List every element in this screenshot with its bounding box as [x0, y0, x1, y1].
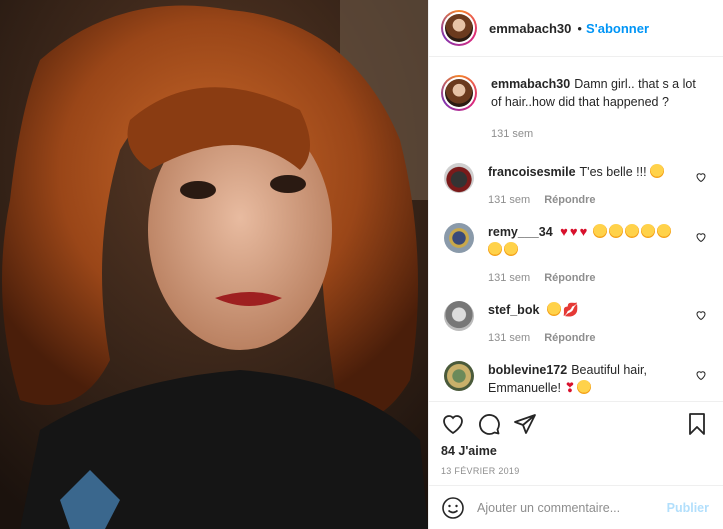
instagram-post-view: emmabach30 • S'abonner emmabach30 Damn gi… — [0, 0, 723, 529]
smiling-face-emoji — [577, 380, 592, 394]
post-sidebar: emmabach30 • S'abonner emmabach30 Damn gi… — [428, 0, 723, 529]
emoji-picker-icon[interactable] — [441, 496, 465, 520]
action-icons — [441, 410, 709, 438]
post-date[interactable]: 13 FÉVRIER 2019 — [441, 466, 709, 476]
separator-dot: • — [577, 20, 582, 36]
yum-emoji — [656, 224, 671, 238]
post-header: emmabach30 • S'abonner — [429, 0, 723, 57]
comment-item: remy___34 ♥ ♥ ♥ 131 sem Répondre — [441, 223, 707, 287]
comments-list[interactable]: emmabach30 Damn girl.. that s a lot of ha… — [429, 57, 723, 401]
like-heart-icon[interactable] — [441, 412, 465, 436]
commenter-avatar[interactable] — [444, 361, 474, 391]
add-comment-bar: Publier — [429, 485, 723, 529]
commenter-avatar[interactable] — [444, 163, 474, 193]
caption-avatar[interactable] — [441, 75, 477, 111]
yum-emoji — [504, 242, 518, 256]
bookmark-icon[interactable] — [685, 412, 709, 436]
caption-username[interactable]: emmabach30 — [491, 77, 570, 91]
heart-eyes-emoji — [624, 224, 639, 238]
smiling-hearts-emoji — [650, 164, 665, 178]
comment-time[interactable]: 131 sem — [488, 269, 530, 287]
comment-item: boblevine172 Beautiful hair, Emmanuelle! … — [441, 361, 707, 397]
comment-item: stef_bok 💋 131 sem Répondre — [441, 301, 707, 347]
comment-username[interactable]: boblevine172 — [488, 363, 567, 377]
comment-text: T'es belle !!! — [579, 165, 647, 179]
heart-eyes-emoji — [592, 224, 607, 238]
comment-username[interactable]: stef_bok — [488, 303, 539, 317]
like-comment-heart-icon[interactable] — [695, 369, 707, 381]
publish-button[interactable]: Publier — [667, 501, 709, 515]
caption-time[interactable]: 131 sem — [491, 125, 533, 143]
post-photo[interactable] — [0, 0, 428, 529]
comment-username[interactable]: francoisesmile — [488, 165, 576, 179]
heart-eyes-emoji — [546, 302, 561, 316]
reply-button[interactable]: Répondre — [544, 191, 595, 209]
red-heart-emoji: ♥ — [560, 224, 568, 239]
comment-input[interactable] — [477, 500, 667, 515]
yum-emoji — [488, 242, 502, 256]
like-comment-heart-icon[interactable] — [695, 309, 707, 321]
share-direct-icon[interactable] — [513, 412, 537, 436]
commenter-avatar[interactable] — [444, 301, 474, 331]
post-actions: 84 J'aime 13 FÉVRIER 2019 — [429, 401, 723, 485]
reply-button[interactable]: Répondre — [544, 329, 595, 347]
like-comment-heart-icon[interactable] — [695, 171, 707, 183]
author-username[interactable]: emmabach30 — [489, 21, 571, 36]
red-heart-emoji: ♥ — [579, 224, 588, 239]
commenter-avatar[interactable] — [444, 223, 474, 253]
likes-count[interactable]: 84 J'aime — [441, 444, 709, 458]
caption: emmabach30 Damn girl.. that s a lot of ha… — [441, 75, 707, 143]
comment-time[interactable]: 131 sem — [488, 191, 530, 209]
comment-icon[interactable] — [477, 412, 501, 436]
heart-exclamation-emoji: ❣ — [564, 380, 576, 395]
kiss-lips-emoji: 💋 — [562, 302, 580, 317]
red-heart-emoji: ♥ — [569, 224, 578, 239]
author-avatar[interactable] — [441, 10, 477, 46]
like-comment-heart-icon[interactable] — [695, 231, 707, 243]
comment-time[interactable]: 131 sem — [488, 329, 530, 347]
follow-button[interactable]: S'abonner — [586, 21, 649, 36]
portrait-image — [0, 0, 428, 529]
reply-button[interactable]: Répondre — [544, 269, 595, 287]
comment-username[interactable]: remy___34 — [488, 225, 553, 239]
comment-item: francoisesmile T'es belle !!! 131 sem Répo… — [441, 163, 707, 209]
heart-eyes-emoji — [608, 224, 623, 238]
heart-eyes-emoji — [640, 224, 655, 238]
